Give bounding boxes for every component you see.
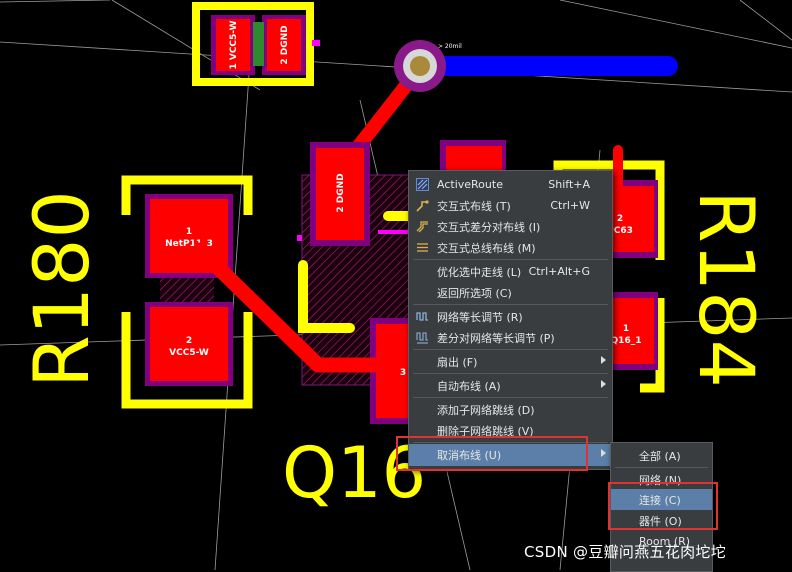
designator-r184: R184 <box>682 190 771 388</box>
via-width-label: > 20mil <box>438 43 462 50</box>
r184-pad1-net: Q16_1 <box>611 336 642 346</box>
menu-item-shortcut: Ctrl+W <box>550 199 590 212</box>
menu-item-label: ActiveRoute <box>437 178 503 191</box>
r184-pad2-num: 2 <box>617 214 623 224</box>
r180-pad2-num: 2 <box>186 336 192 346</box>
interactive-route-icon <box>415 199 429 213</box>
menu-item-return-selection[interactable]: 返回所选项 (C) <box>409 282 612 303</box>
r184-pad1-num: 1 <box>623 324 629 334</box>
menu-separator <box>413 397 608 398</box>
active-route-icon <box>415 178 429 192</box>
menu-item-diff-length-tune[interactable]: 差分对网络等长调节 (P) <box>409 327 612 348</box>
menu-item-autoroute[interactable]: 自动布线 (A) <box>409 375 612 396</box>
component-r180[interactable]: 1 NetP11_3 2 VCC5-W R180 <box>17 175 253 409</box>
menu-item-label: 优化选中走线 (L) <box>437 265 522 279</box>
designator-r180: R180 <box>17 190 106 388</box>
diff-length-tune-icon <box>415 331 429 345</box>
menu-item-fanout[interactable]: 扇出 (F) <box>409 351 612 372</box>
r180-pad1-num: 1 <box>186 227 192 237</box>
menu-item-label: 交互式总线布线 (M) <box>437 241 536 255</box>
menu-item-add-subnet-jumper[interactable]: 添加子网络跳线 (D) <box>409 399 612 420</box>
menu-item-activeroute[interactable]: ActiveRoute Shift+A <box>409 174 612 195</box>
annotation-box-connection-component <box>608 482 718 530</box>
menu-item-label: 交互式布线 (T) <box>437 199 511 213</box>
submenu-arrow-icon <box>601 380 606 388</box>
q16-pad3-label: 3 <box>400 368 406 378</box>
menu-item-label: 扇出 (F) <box>437 355 478 369</box>
top-pad2-label: 2 DGND <box>280 25 290 64</box>
menu-item-optimize-route[interactable]: 优化选中走线 (L) Ctrl+Alt+G <box>409 261 612 282</box>
menu-item-interactive-route[interactable]: 交互式布线 (T) Ctrl+W <box>409 195 612 216</box>
menu-item-diff-pair-route[interactable]: 交互式差分对布线 (I) <box>409 216 612 237</box>
submenu-item-label: 全部 (A) <box>639 449 681 463</box>
menu-item-label: 添加子网络跳线 (D) <box>437 403 535 417</box>
top-pad1-label: 1 VCC5-W <box>229 20 239 69</box>
q16-pad2-label: 2 DGND <box>336 173 346 212</box>
menu-separator <box>413 304 608 305</box>
menu-item-label: 网络等长调节 (R) <box>437 310 523 324</box>
menu-separator <box>413 349 608 350</box>
menu-item-bus-route[interactable]: 交互式总线布线 (M) <box>409 237 612 258</box>
menu-separator <box>615 467 708 468</box>
annotation-box-unroute <box>396 436 588 471</box>
component-top-capacitor[interactable]: 1 VCC5-W 2 DGND <box>192 2 320 86</box>
submenu-arrow-icon <box>601 356 606 364</box>
menu-item-label: 返回所选项 (C) <box>437 286 512 300</box>
menu-item-label: 自动布线 (A) <box>437 379 501 393</box>
submenu-arrow-icon <box>601 449 606 457</box>
bus-route-icon <box>415 241 429 255</box>
menu-item-shortcut: Shift+A <box>548 178 590 191</box>
submenu-item-all[interactable]: 全部 (A) <box>611 445 712 466</box>
menu-item-label: 差分对网络等长调节 (P) <box>437 331 555 345</box>
r180-pad2-net: VCC5-W <box>169 348 209 358</box>
watermark: CSDN @豆瓣问燕五花肉坨坨 <box>524 543 727 561</box>
length-tune-icon <box>415 310 429 324</box>
diff-pair-route-icon <box>415 220 429 234</box>
menu-separator <box>413 259 608 260</box>
context-menu: ActiveRoute Shift+A 交互式布线 (T) Ctrl+W 交互式… <box>408 170 613 470</box>
menu-item-shortcut: Ctrl+Alt+G <box>528 265 590 278</box>
menu-separator <box>413 373 608 374</box>
menu-item-length-tune[interactable]: 网络等长调节 (R) <box>409 306 612 327</box>
menu-item-label: 交互式差分对布线 (I) <box>437 220 541 234</box>
